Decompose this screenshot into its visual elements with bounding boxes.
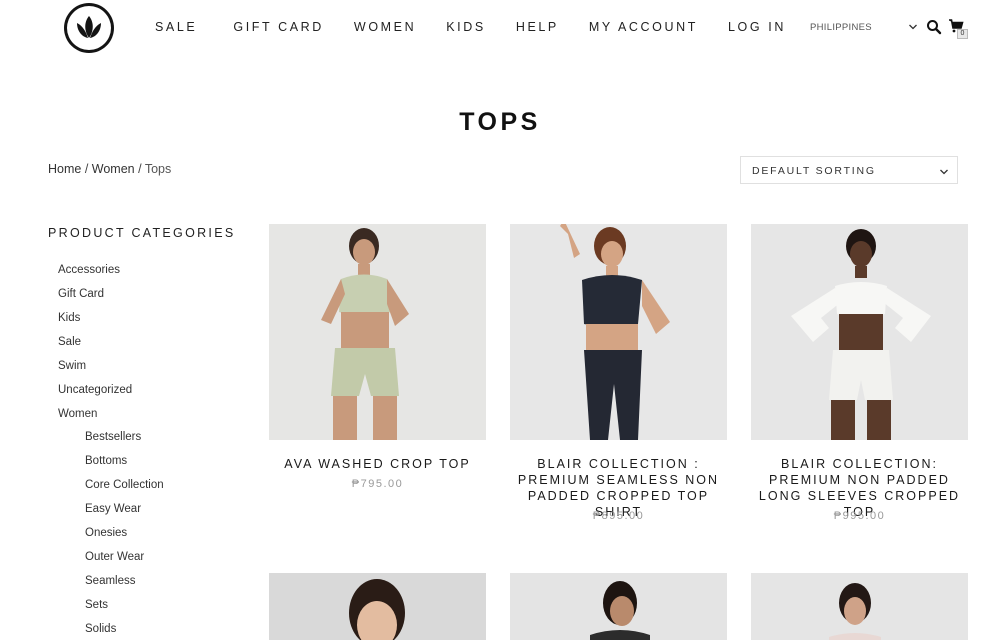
category-swim[interactable]: Swim (58, 359, 86, 373)
product-image[interactable] (751, 224, 968, 440)
product-image[interactable] (269, 224, 486, 440)
product-card[interactable]: BLAIR COLLECTION : PREMIUM SEAMLESS NON … (510, 224, 727, 524)
category-women[interactable]: Women (58, 407, 97, 421)
subcategory-bestsellers[interactable]: Bestsellers (85, 430, 141, 444)
subcategory-core-collection[interactable]: Core Collection (85, 478, 164, 492)
country-selector[interactable]: PHILIPPINES (810, 22, 872, 33)
category-gift-card[interactable]: Gift Card (58, 287, 104, 301)
product-card[interactable]: BLAIR COLLECTION: PREMIUM NON PADDED LON… (751, 224, 968, 524)
lotus-logo-icon (67, 6, 111, 50)
product-image[interactable] (510, 573, 727, 640)
nav-help[interactable]: HELP (516, 20, 559, 34)
subcategory-easy-wear[interactable]: Easy Wear (85, 502, 141, 516)
product-categories-title: PRODUCT CATEGORIES (48, 226, 236, 240)
breadcrumb-home[interactable]: Home (48, 162, 81, 176)
subcategory-onesies[interactable]: Onesies (85, 526, 127, 540)
product-price: ₱795.00 (351, 478, 404, 490)
main-nav: SALE GIFT CARD WOMEN KIDS HELP MY ACCOUN… (155, 20, 786, 34)
sorting-value: DEFAULT SORTING (752, 165, 876, 177)
subcategory-sets[interactable]: Sets (85, 598, 108, 612)
breadcrumb-separator: / (134, 162, 145, 176)
search-icon[interactable] (926, 19, 942, 35)
page-title: TOPS (459, 108, 541, 136)
category-accessories[interactable]: Accessories (58, 263, 120, 277)
category-kids[interactable]: Kids (58, 311, 80, 325)
subcategory-bottoms[interactable]: Bottoms (85, 454, 127, 468)
breadcrumb-current: Tops (144, 162, 172, 176)
product-card[interactable] (269, 573, 486, 640)
chevron-down-icon (939, 165, 949, 177)
product-image[interactable] (751, 573, 968, 640)
nav-sale[interactable]: SALE (155, 20, 197, 34)
subcategory-solids[interactable]: Solids (85, 622, 116, 636)
nav-gift-card[interactable]: GIFT CARD (233, 20, 324, 34)
chevron-down-icon[interactable] (908, 20, 918, 32)
product-price: ₱895.00 (592, 510, 645, 522)
brand-logo[interactable] (64, 3, 114, 53)
category-uncategorized[interactable]: Uncategorized (58, 383, 132, 397)
product-card[interactable] (751, 573, 968, 640)
product-card[interactable] (510, 573, 727, 640)
product-image[interactable] (269, 573, 486, 640)
subcategory-seamless[interactable]: Seamless (85, 574, 136, 588)
product-price: ₱995.00 (833, 510, 886, 522)
breadcrumb: Home / Women / Tops (48, 162, 171, 176)
product-name[interactable]: AVA WASHED CROP TOP (263, 456, 492, 472)
nav-log-in[interactable]: LOG IN (728, 20, 786, 34)
sorting-select[interactable]: DEFAULT SORTING (740, 156, 958, 184)
breadcrumb-separator: / (81, 162, 92, 176)
nav-my-account[interactable]: MY ACCOUNT (589, 20, 698, 34)
category-sale[interactable]: Sale (58, 335, 81, 349)
cart-count-badge: 0 (957, 29, 968, 39)
nav-women[interactable]: WOMEN (354, 20, 416, 34)
product-card[interactable]: AVA WASHED CROP TOP ₱795.00 (269, 224, 486, 504)
nav-kids[interactable]: KIDS (446, 20, 486, 34)
subcategory-outer-wear[interactable]: Outer Wear (85, 550, 144, 564)
product-image[interactable] (510, 224, 727, 440)
breadcrumb-women[interactable]: Women (92, 162, 135, 176)
